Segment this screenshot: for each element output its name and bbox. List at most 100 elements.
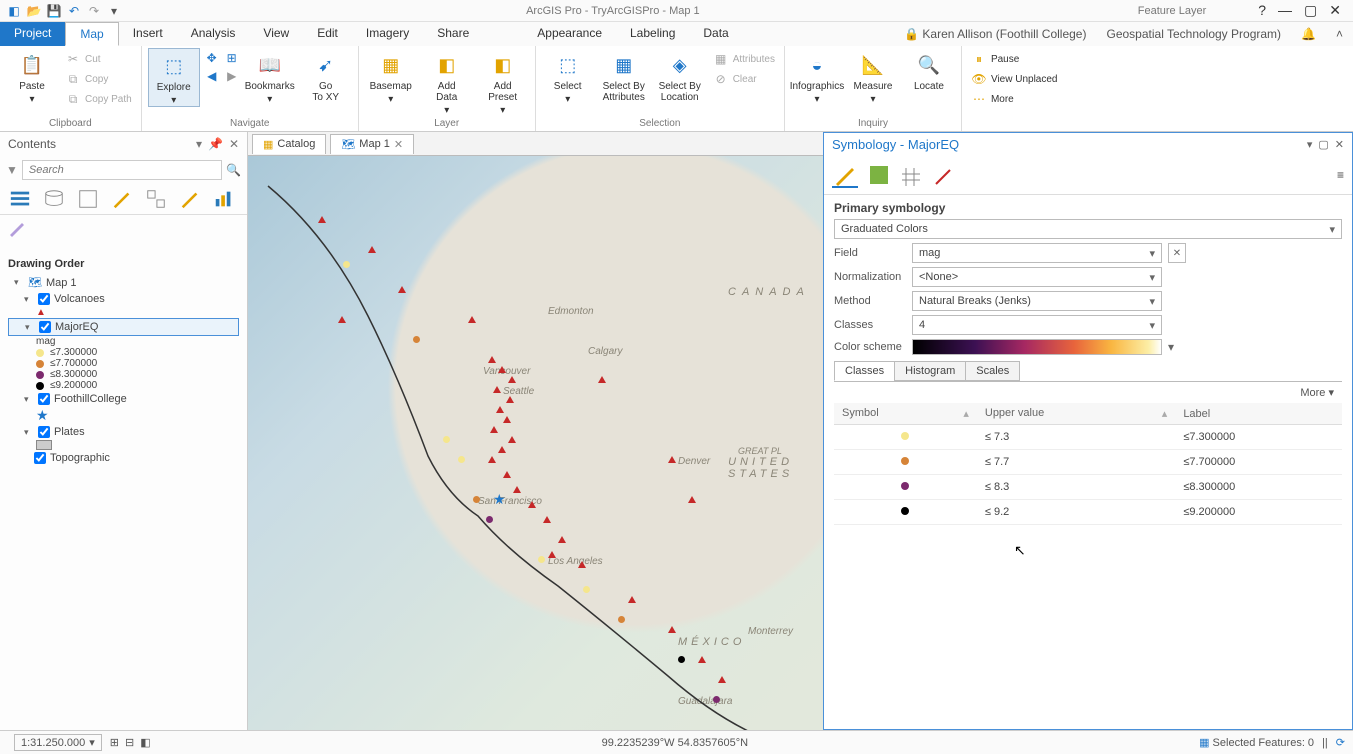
tab-insert[interactable]: Insert: [119, 22, 177, 46]
toc-layer-majoreq[interactable]: ▾MajorEQ: [8, 318, 239, 336]
zoom-full-icon[interactable]: ⊞: [224, 50, 240, 66]
clear-button[interactable]: ⊘Clear: [710, 70, 778, 88]
list-by-source-icon[interactable]: [42, 188, 66, 210]
selbyloc-button[interactable]: ◈Select By Location: [654, 48, 706, 103]
adddata-button[interactable]: ◧Add Data▾: [421, 48, 473, 116]
close-pane-icon[interactable]: ✕: [229, 137, 239, 151]
symb-pin-icon[interactable]: ▢: [1318, 138, 1328, 151]
catalog-tab[interactable]: ▦Catalog: [252, 134, 326, 154]
list-by-chart-icon[interactable]: [212, 188, 236, 210]
symb-menu-icon[interactable]: ≡: [1337, 168, 1344, 182]
symbology-type-dropdown[interactable]: Graduated Colors▾: [834, 219, 1342, 239]
close-icon[interactable]: ✕: [1329, 2, 1341, 19]
open-icon[interactable]: 📂: [26, 3, 42, 19]
copy-button[interactable]: ⧉Copy: [62, 70, 135, 88]
next-extent-icon[interactable]: ▶: [224, 68, 240, 84]
list-by-editing-icon[interactable]: [110, 188, 134, 210]
sb-pause-icon[interactable]: ||: [1322, 737, 1328, 749]
tab-edit[interactable]: Edit: [303, 22, 352, 46]
tab-view[interactable]: View: [249, 22, 303, 46]
toc-layer-plates[interactable]: ▾Plates: [8, 424, 239, 440]
gotoxy-button[interactable]: ➹Go To XY: [300, 48, 352, 103]
basemap-button[interactable]: ▦Basemap▾: [365, 48, 417, 105]
class-row[interactable]: ≤ 7.7≤7.700000: [834, 450, 1342, 475]
field-dropdown[interactable]: mag▾: [912, 243, 1162, 263]
topo-checkbox[interactable]: [34, 452, 46, 464]
more-labeling[interactable]: ⋯More: [968, 90, 1061, 108]
tab-labeling[interactable]: Labeling: [616, 22, 689, 46]
tab-project[interactable]: Project: [0, 22, 65, 46]
toc-layer-foothill[interactable]: ▾FoothillCollege: [8, 391, 239, 407]
prev-extent-icon[interactable]: ◀: [204, 68, 220, 84]
tab-data[interactable]: Data: [689, 22, 742, 46]
symbol-layer-icon[interactable]: [900, 164, 922, 186]
filter-icon[interactable]: ▼: [6, 163, 18, 177]
norm-dropdown[interactable]: <None>▾: [912, 267, 1162, 287]
scale-dropdown[interactable]: 1:31.250.000▾: [14, 734, 102, 751]
explore-button[interactable]: ⬚Explore▾: [148, 48, 200, 107]
bookmarks-button[interactable]: 📖Bookmarks▾: [244, 48, 296, 105]
notifications-icon[interactable]: 🔔: [1301, 27, 1316, 41]
locate-button[interactable]: 🔍Locate: [903, 48, 955, 92]
redo-icon[interactable]: ↷: [86, 3, 102, 19]
map1-tab[interactable]: 🗺Map 1✕: [330, 134, 414, 154]
minimize-icon[interactable]: —: [1278, 2, 1292, 19]
pause-labels[interactable]: ⏸Pause: [968, 50, 1061, 68]
class-row[interactable]: ≤ 8.3≤8.300000: [834, 475, 1342, 500]
program-label[interactable]: Geospatial Technology Program): [1106, 27, 1281, 41]
toc-map[interactable]: ▾🗺Map 1: [8, 274, 239, 291]
tab-share[interactable]: Share: [423, 22, 483, 46]
qat-more-icon[interactable]: ▾: [106, 3, 122, 19]
classes-dropdown[interactable]: 4▾: [912, 315, 1162, 335]
collapse-ribbon-icon[interactable]: ˄: [1336, 27, 1343, 41]
cut-button[interactable]: ✂Cut: [62, 50, 135, 68]
pan-icon[interactable]: ✥: [204, 50, 220, 66]
symb-dock-icon[interactable]: ▾: [1307, 138, 1313, 151]
tab-appearance[interactable]: Appearance: [523, 22, 616, 46]
plates-checkbox[interactable]: [38, 426, 50, 438]
selbyattr-button[interactable]: ▦Select By Attributes: [598, 48, 650, 103]
subtab-classes[interactable]: Classes: [834, 361, 895, 381]
undo-icon[interactable]: ↶: [66, 3, 82, 19]
maximize-icon[interactable]: ▢: [1304, 2, 1317, 19]
primary-symbology-icon[interactable]: [832, 162, 858, 188]
map-view[interactable]: ▦Catalog 🗺Map 1✕ CANADA UNITED STATES MÉ…: [248, 132, 1353, 730]
volcanoes-checkbox[interactable]: [38, 293, 50, 305]
addpreset-button[interactable]: ◧Add Preset▾: [477, 48, 529, 116]
autohide-icon[interactable]: ▾: [196, 137, 202, 151]
more-menu[interactable]: More ▾: [834, 382, 1342, 403]
help-icon[interactable]: ?: [1258, 2, 1266, 19]
expression-button[interactable]: ✕: [1168, 243, 1186, 263]
sb-icon-1[interactable]: ⊞: [110, 736, 119, 749]
paste-button[interactable]: 📋Paste▾: [6, 48, 58, 105]
tab-analysis[interactable]: Analysis: [177, 22, 250, 46]
majoreq-checkbox[interactable]: [39, 321, 51, 333]
toc-layer-topo[interactable]: Topographic: [8, 450, 239, 466]
list-by-selection-icon[interactable]: [76, 188, 100, 210]
tab-imagery[interactable]: Imagery: [352, 22, 423, 46]
subtab-histogram[interactable]: Histogram: [894, 361, 966, 381]
method-dropdown[interactable]: Natural Breaks (Jenks)▾: [912, 291, 1162, 311]
subtab-scales[interactable]: Scales: [965, 361, 1020, 381]
list-by-snapping-icon[interactable]: [144, 188, 168, 210]
infographics-button[interactable]: ◒Infographics▾: [791, 48, 843, 105]
class-row[interactable]: ≤ 7.3≤7.300000: [834, 425, 1342, 450]
search-icon[interactable]: 🔍: [226, 163, 241, 177]
symb-close-icon[interactable]: ✕: [1335, 138, 1344, 151]
vary-by-attr-icon[interactable]: [868, 164, 890, 186]
toc-tool-icon[interactable]: [8, 219, 28, 239]
class-row[interactable]: ≤ 9.2≤9.200000: [834, 500, 1342, 525]
save-icon[interactable]: 💾: [46, 3, 62, 19]
list-by-drawing-icon[interactable]: [8, 188, 32, 210]
attributes-button[interactable]: ▦Attributes: [710, 50, 778, 68]
close-tab-icon[interactable]: ✕: [394, 138, 403, 151]
signed-in-user[interactable]: 🔒 Karen Allison (Foothill College): [904, 27, 1086, 41]
sb-icon-2[interactable]: ⊟: [125, 736, 134, 749]
col-symbol[interactable]: Symbol ▴: [834, 403, 977, 425]
toc-layer-volcanoes[interactable]: ▾Volcanoes: [8, 291, 239, 307]
col-upper[interactable]: Upper value ▴: [977, 403, 1175, 425]
tab-map[interactable]: Map: [65, 22, 118, 46]
list-by-labeling-icon[interactable]: [178, 188, 202, 210]
advanced-icon[interactable]: [932, 164, 954, 186]
new-project-icon[interactable]: ◧: [6, 3, 22, 19]
